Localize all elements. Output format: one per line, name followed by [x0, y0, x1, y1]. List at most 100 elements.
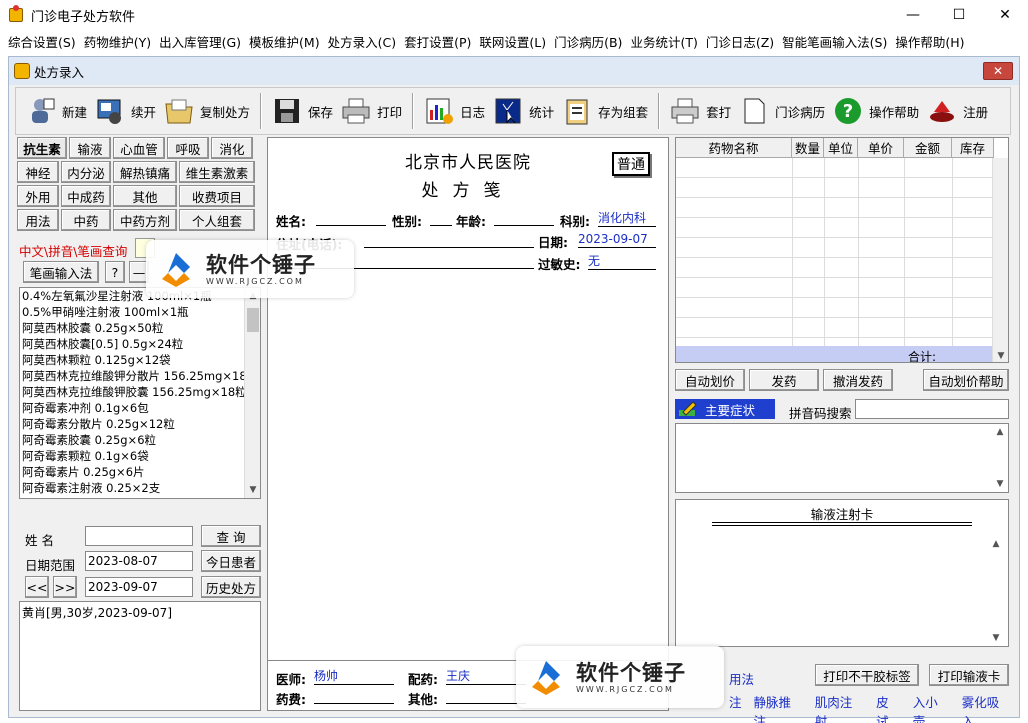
list-item[interactable]: 阿奇霉素注射液 0.25×2支 — [22, 480, 244, 496]
menu-item[interactable]: 出入库管理(G) — [155, 32, 245, 51]
usage-link[interactable]: 皮试 — [876, 692, 901, 723]
category-cardio[interactable]: 心血管 — [113, 137, 165, 159]
stroke-input-button[interactable]: 笔画输入法 — [23, 261, 99, 283]
next-button[interactable]: >> — [53, 576, 77, 598]
column-header[interactable]: 数量 — [792, 138, 824, 158]
usage-link[interactable]: 注 — [729, 692, 742, 723]
doctor-value[interactable]: 杨帅 — [314, 668, 394, 685]
table-row[interactable] — [676, 198, 994, 218]
print-button[interactable]: 打印 — [337, 91, 406, 131]
table-row[interactable] — [676, 258, 994, 278]
category-personal-set[interactable]: 个人组套 — [179, 209, 255, 231]
table-row[interactable] — [676, 218, 994, 238]
query-button[interactable]: 查 询 — [201, 525, 261, 547]
prev-button[interactable]: << — [25, 576, 49, 598]
list-item[interactable]: 阿奇霉素片 0.25g×6片 — [22, 464, 244, 480]
menu-item[interactable]: 套打设置(P) — [400, 32, 475, 51]
menu-item[interactable]: 综合设置(S) — [4, 32, 80, 51]
usage-link[interactable]: 雾化吸入 — [962, 692, 1011, 723]
auto-price-button[interactable]: 自动划价 — [675, 369, 745, 391]
address-field[interactable] — [364, 232, 534, 248]
save-button[interactable]: 保存 — [268, 91, 337, 131]
print-label-button[interactable]: 打印不干胶标签 — [815, 664, 919, 686]
column-header[interactable]: 单价 — [858, 138, 904, 158]
table-row[interactable] — [676, 158, 994, 178]
close-button[interactable]: ✕ — [982, 0, 1028, 30]
category-fees[interactable]: 收费项目 — [179, 185, 255, 207]
scroll-down-icon[interactable]: ▼ — [988, 630, 1004, 646]
copy-prescription-button[interactable]: 复制处方 — [160, 91, 254, 131]
continue-button[interactable]: 续开 — [91, 91, 160, 131]
search-help-button[interactable]: ? — [105, 261, 125, 283]
allergy-value[interactable]: 无 — [588, 253, 656, 270]
infusion-scrollbar[interactable]: ▲ ▼ — [988, 536, 1004, 646]
symptom-textarea[interactable]: ▲ ▼ — [675, 423, 1009, 493]
save-as-group-button[interactable]: 存为组套 — [558, 91, 652, 131]
minimize-button[interactable]: — — [890, 0, 936, 30]
category-tcm-formula[interactable]: 中药方剂 — [113, 209, 177, 231]
sex-field[interactable] — [430, 210, 452, 226]
menu-item[interactable]: 药物维护(Y) — [80, 32, 155, 51]
category-endocrine[interactable]: 内分泌 — [61, 161, 111, 183]
patient-results-list[interactable]: 黄肖[男,30岁,2023-09-07] — [19, 601, 261, 711]
auto-price-help-button[interactable]: 自动划价帮助 — [923, 369, 1009, 391]
drug-list-scrollbar[interactable]: ▲ ▼ — [244, 288, 260, 498]
scroll-down-icon[interactable]: ▼ — [992, 476, 1008, 492]
usage-link[interactable]: 入小壶 — [913, 692, 950, 723]
patient-name-input[interactable] — [85, 526, 193, 546]
date-to-input[interactable]: 2023-09-07 — [85, 577, 193, 597]
dept-value[interactable]: 消化内科 — [598, 210, 656, 227]
list-item[interactable]: 黄肖[男,30岁,2023-09-07] — [22, 604, 258, 621]
category-respiratory[interactable]: 呼吸 — [167, 137, 209, 159]
list-item[interactable]: 阿莫西林胶囊[0.5] 0.5g×24粒 — [22, 336, 244, 352]
category-digestive[interactable]: 消化 — [211, 137, 253, 159]
main-symptom-tab[interactable]: 主要症状 — [675, 399, 775, 419]
list-item[interactable]: 0.5%甲硝唑注射液 100ml×1瓶 — [22, 304, 244, 320]
category-antibiotics[interactable]: 抗生素 — [17, 137, 67, 159]
pinyin-search-input[interactable] — [855, 399, 1009, 419]
column-header[interactable]: 药物名称 — [676, 138, 792, 158]
usage-link[interactable]: 静脉推注 — [754, 692, 803, 723]
table-row[interactable] — [676, 278, 994, 298]
menu-item[interactable]: 门诊病历(B) — [550, 32, 626, 51]
category-other[interactable]: 其他 — [113, 185, 177, 207]
list-item[interactable]: 阿奇霉素冲剂 0.1g×6包 — [22, 400, 244, 416]
new-button[interactable]: 新建 — [22, 91, 91, 131]
cancel-dispense-button[interactable]: 撤消发药 — [823, 369, 893, 391]
log-button[interactable]: 日志 — [420, 91, 489, 131]
menu-item[interactable]: 联网设置(L) — [475, 32, 550, 51]
date-value[interactable]: 2023-09-07 — [578, 231, 656, 248]
medical-record-button[interactable]: 门诊病历 — [735, 91, 829, 131]
category-tcm[interactable]: 中药 — [61, 209, 111, 231]
patient-name-field[interactable] — [316, 210, 386, 226]
symptom-scrollbar[interactable]: ▲ ▼ — [992, 424, 1008, 492]
menu-item[interactable]: 模板维护(M) — [245, 32, 324, 51]
drug-list[interactable]: 0.4%左氧氟沙星注射液 100ml×1瓶 0.5%甲硝唑注射液 100ml×1… — [19, 287, 261, 499]
list-item[interactable]: 阿莫西林胶囊 0.25g×50粒 — [22, 320, 244, 336]
help-button[interactable]: ? 操作帮助 — [829, 91, 923, 131]
today-patients-button[interactable]: 今日患者 — [201, 550, 261, 572]
prescription-type-badge[interactable]: 普通 — [612, 152, 650, 176]
menu-item[interactable]: 智能笔画输入法(S) — [778, 32, 891, 51]
child-close-button[interactable]: ✕ — [983, 62, 1013, 80]
print-infusion-card-button[interactable]: 打印输液卡 — [929, 664, 1009, 686]
category-patent[interactable]: 中成药 — [61, 185, 111, 207]
history-prescription-button[interactable]: 历史处方 — [201, 576, 261, 598]
category-infusion[interactable]: 输液 — [69, 137, 111, 159]
other-field[interactable] — [446, 688, 526, 704]
category-vitamins[interactable]: 维生素激素 — [179, 161, 255, 183]
fee-field[interactable] — [314, 688, 394, 704]
list-item[interactable]: 阿奇霉素颗粒 0.1g×6袋 — [22, 448, 244, 464]
category-analgesic[interactable]: 解热镇痛 — [113, 161, 177, 183]
menu-item[interactable]: 处方录入(C) — [324, 32, 400, 51]
scroll-down-icon[interactable]: ▼ — [993, 348, 1008, 362]
table-row[interactable] — [676, 318, 994, 338]
table-row[interactable] — [676, 298, 994, 318]
dispense-value[interactable]: 王庆 — [446, 668, 526, 685]
scroll-up-icon[interactable]: ▲ — [992, 424, 1008, 440]
table-scrollbar[interactable]: ▼ — [992, 158, 1008, 362]
overprint-button[interactable]: 套打 — [666, 91, 735, 131]
statistics-button[interactable]: 统计 — [489, 91, 558, 131]
scroll-down-icon[interactable]: ▼ — [245, 482, 260, 498]
column-header[interactable]: 单位 — [824, 138, 858, 158]
